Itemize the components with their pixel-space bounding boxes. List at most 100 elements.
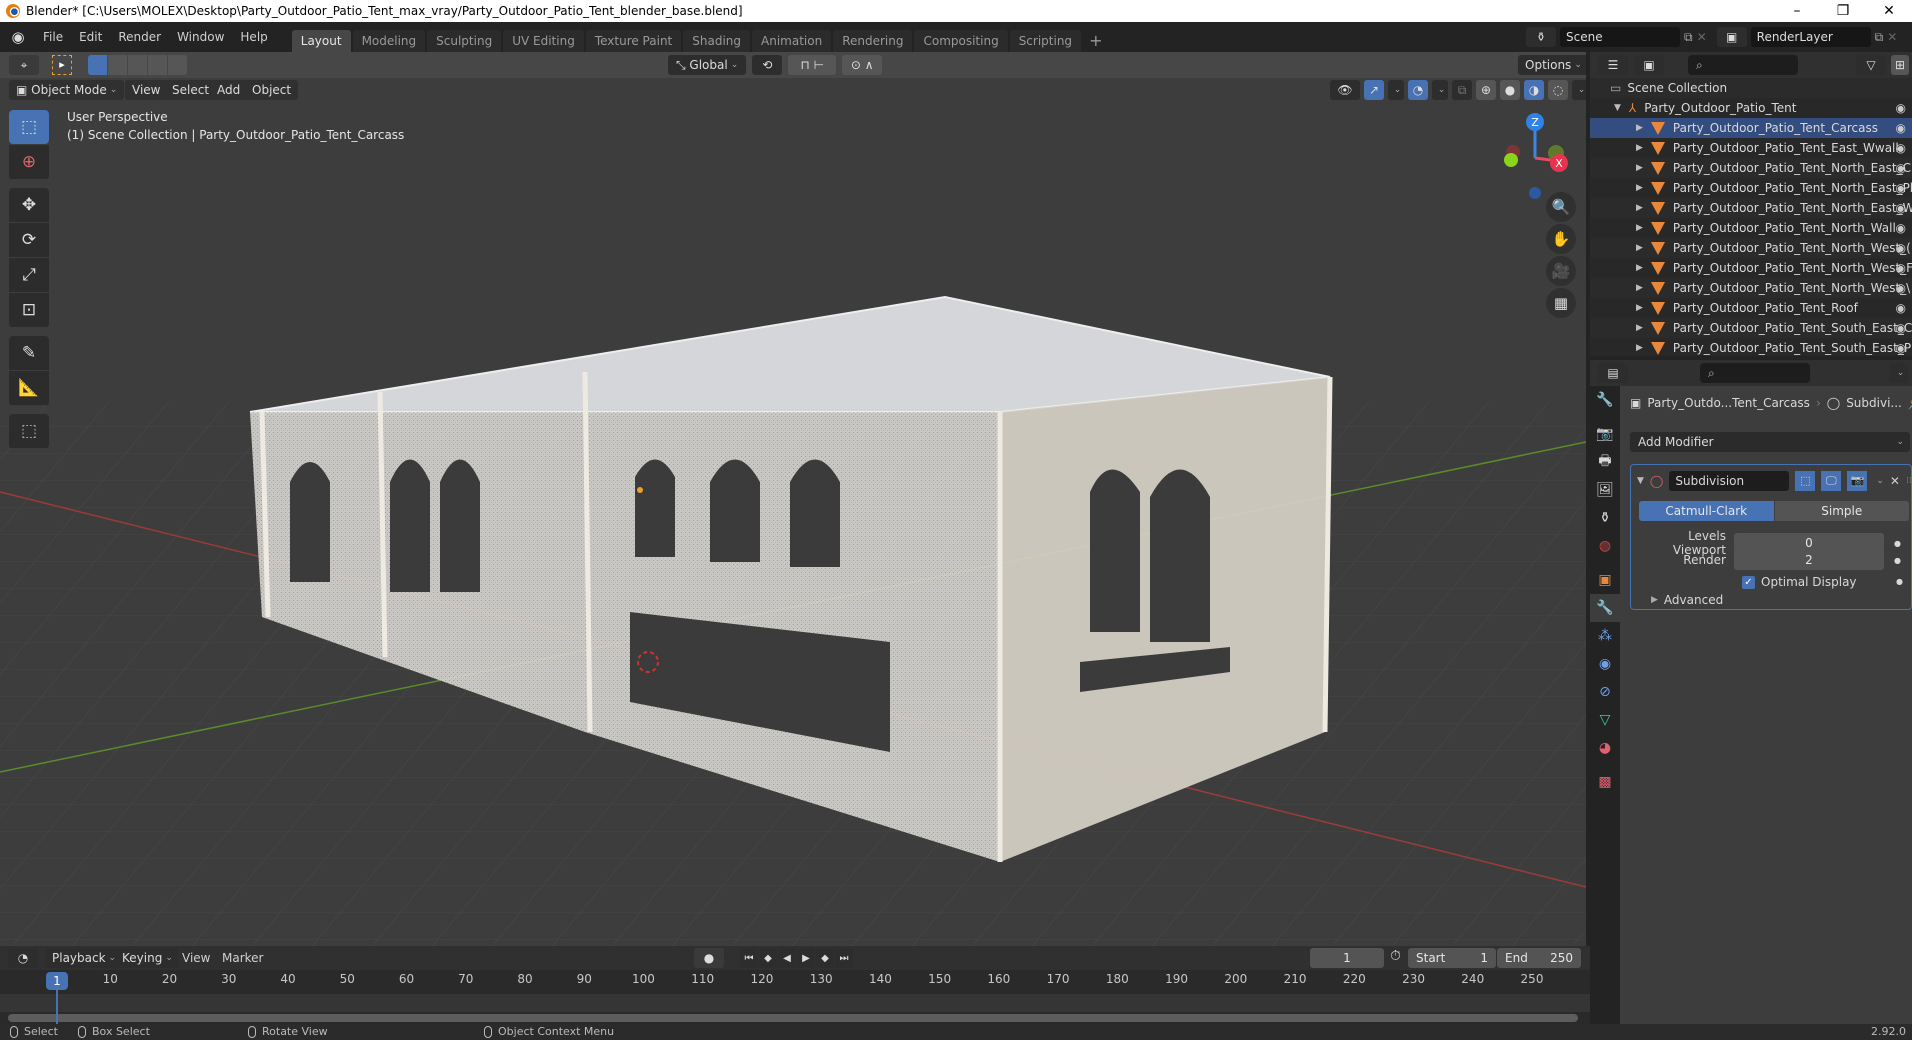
catmull-clark-option[interactable]: Catmull-Clark <box>1639 501 1774 521</box>
scale-tool[interactable]: ⤢ <box>9 258 49 292</box>
move-tool[interactable]: ✥ <box>9 188 49 222</box>
display-mode-icon[interactable]: ▣ <box>1634 55 1664 75</box>
menu-view[interactable]: View <box>125 80 168 100</box>
timeline-marker-menu[interactable]: Marker <box>214 943 271 973</box>
visibility-eye-icon[interactable]: ◉ <box>1896 341 1906 355</box>
3d-viewport[interactable]: ⌖ ▸ ⤡ Global ⌄ ⟲ ⊓ ⊢ ⊙ ∧ Options ⌄ ▣ Objec… <box>0 52 1586 946</box>
mode-dropdown[interactable]: ▣ Object Mode ⌄ <box>9 80 125 100</box>
outliner-object-row[interactable]: ▶ Party_Outdoor_Patio_Tent_North_West_\ ◉ <box>1590 278 1912 298</box>
outliner-object-row[interactable]: ▶ Party_Outdoor_Patio_Tent_North_West_F ◉ <box>1590 258 1912 278</box>
select-new-icon[interactable] <box>88 55 107 75</box>
material-shading-icon[interactable]: ◑ <box>1524 80 1544 100</box>
tab-animation[interactable]: Animation <box>752 30 832 52</box>
drag-handle-icon[interactable]: ⁞⁞ <box>1906 476 1912 486</box>
auto-keying-icon[interactable]: ● <box>694 948 724 968</box>
outliner-editor-type-icon[interactable]: ☰ <box>1598 55 1628 75</box>
tab-modeling[interactable]: Modeling <box>352 30 426 52</box>
animate-levels-dot[interactable]: ● <box>1894 539 1901 548</box>
current-frame-field[interactable]: 1 <box>1310 948 1384 968</box>
visibility-eye-icon[interactable]: ◉ <box>1896 301 1906 315</box>
output-tab-icon[interactable]: 🖶 <box>1590 448 1620 476</box>
delete-render-layer-icon[interactable]: ✕ <box>1887 30 1897 44</box>
menu-window[interactable]: Window <box>169 22 232 52</box>
advanced-subpanel[interactable]: ▶ Advanced <box>1651 593 1723 607</box>
options-dropdown[interactable]: Options ⌄ <box>1518 55 1586 75</box>
delete-scene-icon[interactable]: ✕ <box>1697 30 1707 44</box>
expand-arrow-icon[interactable]: ▶ <box>1636 223 1643 233</box>
tab-shading[interactable]: Shading <box>683 30 750 52</box>
gizmo-dropdown[interactable]: ⌄ <box>1388 80 1404 100</box>
render-layer-field[interactable]: RenderLayer <box>1750 27 1871 47</box>
texture-tab-icon[interactable]: ▩ <box>1590 768 1620 796</box>
camera-view-icon[interactable]: 🎥 <box>1546 256 1576 286</box>
jump-start-icon[interactable]: ⏮ <box>740 948 758 968</box>
expand-arrow-icon[interactable]: ▶ <box>1636 323 1643 333</box>
physics-tab-icon[interactable]: ◉ <box>1590 650 1620 678</box>
editor-type-icon[interactable]: ⌖ <box>9 55 39 75</box>
visibility-eye-icon[interactable]: ◉ <box>1896 201 1906 215</box>
rotate-tool[interactable]: ⟳ <box>9 223 49 257</box>
add-workspace-button[interactable]: + <box>1081 31 1110 50</box>
properties-search-input[interactable]: ⌕ <box>1700 363 1810 383</box>
play-reverse-icon[interactable]: ◀ <box>778 948 796 968</box>
visibility-eye-icon[interactable]: ◉ <box>1896 281 1906 295</box>
simple-option[interactable]: Simple <box>1774 501 1909 521</box>
expand-arrow-icon[interactable]: ▶ <box>1636 343 1643 353</box>
end-frame-field[interactable]: End 250 <box>1497 948 1581 968</box>
visibility-eye-icon[interactable]: ◉ <box>1896 101 1906 115</box>
playhead[interactable]: 1 <box>46 972 68 990</box>
close-button[interactable]: ✕ <box>1866 0 1912 22</box>
constraints-tab-icon[interactable]: ⊘ <box>1590 678 1620 706</box>
particles-tab-icon[interactable]: ⁂ <box>1590 622 1620 650</box>
data-tab-icon[interactable]: ▽ <box>1590 706 1620 734</box>
visibility-eye-icon[interactable]: ◉ <box>1896 121 1906 135</box>
play-icon[interactable]: ▶ <box>797 948 815 968</box>
tab-sculpting[interactable]: Sculpting <box>427 30 502 52</box>
gizmo-neg-y[interactable] <box>1504 153 1518 167</box>
timeline-editor-type-icon[interactable]: ◔ <box>8 948 38 968</box>
outliner-object-row[interactable]: ▶ Party_Outdoor_Patio_Tent_South_East_C ◉ <box>1590 318 1912 338</box>
scene-tab-icon[interactable]: ⚱ <box>1590 504 1620 532</box>
select-intersect-icon[interactable] <box>168 55 187 75</box>
render-levels-field[interactable]: 2 <box>1734 550 1884 570</box>
outliner-object-row[interactable]: ▶ Party_Outdoor_Patio_Tent_South_East_Pl ◉ <box>1590 338 1912 358</box>
frame-ruler[interactable]: 10 20 30 40 50 60 70 80 90 100 110 120 130 140 150 160 1… <box>0 970 1590 1024</box>
tab-scripting[interactable]: Scripting <box>1009 30 1082 52</box>
rendered-shading-icon[interactable]: ◌ <box>1548 80 1568 100</box>
outliner-object-row[interactable]: ▶ Party_Outdoor_Patio_Tent_Roof ◉ <box>1590 298 1912 318</box>
outliner-object-row[interactable]: ▶ Party_Outdoor_Patio_Tent_North_West_(◉ <box>1590 238 1912 258</box>
expand-arrow-icon[interactable]: ▶ <box>1636 123 1643 133</box>
timeline-view-menu[interactable]: View <box>174 943 218 973</box>
playback-menu[interactable]: Playback ⌄ <box>46 948 123 968</box>
expand-arrow-icon[interactable]: ▶ <box>1636 183 1643 193</box>
modifier-name-field[interactable]: Subdivision <box>1669 471 1790 491</box>
shading-dropdown[interactable]: ⌄ <box>1572 80 1586 100</box>
animate-render-dot[interactable]: ● <box>1894 556 1901 565</box>
visibility-eye-icon[interactable]: ◉ <box>1896 141 1906 155</box>
menu-render[interactable]: Render <box>110 22 169 52</box>
visibility-icon[interactable]: 👁 <box>1330 80 1360 100</box>
new-scene-icon[interactable]: ⧉ <box>1684 30 1693 45</box>
outliner-object-row[interactable]: ▶ Party_Outdoor_Patio_Tent_Carcass ◉ <box>1590 118 1912 138</box>
expand-arrow-icon[interactable]: ▶ <box>1636 203 1643 213</box>
material-tab-icon[interactable]: ◕ <box>1590 734 1620 762</box>
cursor-tool[interactable]: ⊕ <box>9 145 49 179</box>
minimize-button[interactable]: – <box>1774 0 1820 22</box>
timeline-scrollbar[interactable] <box>8 1014 1578 1022</box>
solid-shading-icon[interactable]: ● <box>1500 80 1520 100</box>
wireframe-shading-icon[interactable]: ⊕ <box>1476 80 1496 100</box>
new-render-layer-icon[interactable]: ⧉ <box>1875 30 1884 45</box>
outliner-search-input[interactable]: ⌕ <box>1688 55 1798 75</box>
outliner-object-row[interactable]: ▶ Party_Outdoor_Patio_Tent_East_Wwall ◉ <box>1590 138 1912 158</box>
scene-selector-icon[interactable]: ⚱ <box>1526 27 1556 47</box>
keying-menu[interactable]: Keying ⌄ <box>116 948 179 968</box>
menu-edit[interactable]: Edit <box>71 22 110 52</box>
measure-tool[interactable]: 📐 <box>9 371 49 405</box>
add-modifier-dropdown[interactable]: Add Modifier ⌄ <box>1630 432 1910 452</box>
select-subtract-icon[interactable] <box>128 55 147 75</box>
edit-mode-toggle-icon[interactable]: ⬚ <box>1795 471 1816 491</box>
prev-keyframe-icon[interactable]: ◆ <box>759 948 777 968</box>
blender-menu-icon[interactable]: ◉ <box>9 28 27 46</box>
outliner-scene-collection[interactable]: ▭ Scene Collection <box>1590 78 1912 98</box>
pan-view-icon[interactable]: ✋ <box>1546 224 1576 254</box>
